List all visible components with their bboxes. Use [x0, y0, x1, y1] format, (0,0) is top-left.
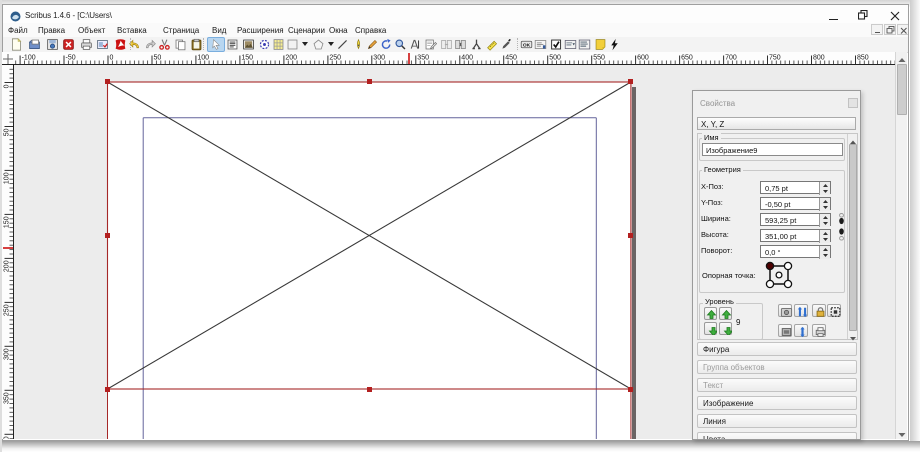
svg-text:400: 400	[461, 55, 473, 62]
svg-text:850: 850	[857, 55, 869, 62]
svg-text:50: 50	[154, 55, 162, 62]
svg-text:100: 100	[4, 172, 11, 184]
svg-text:OK: OK	[523, 43, 531, 49]
svg-text:350: 350	[417, 55, 429, 62]
svg-text:0: 0	[4, 84, 11, 88]
svg-text:250: 250	[329, 55, 341, 62]
svg-text:-50: -50	[66, 55, 76, 62]
svg-text:-100: -100	[22, 55, 36, 62]
svg-text:400: 400	[4, 436, 11, 439]
svg-text:100: 100	[197, 55, 209, 62]
svg-text:600: 600	[637, 55, 649, 62]
svg-text:800: 800	[813, 55, 825, 62]
svg-text:200: 200	[4, 260, 11, 272]
svg-text:300: 300	[4, 348, 11, 360]
svg-text:150: 150	[241, 55, 253, 62]
svg-text:550: 550	[593, 55, 605, 62]
svg-text:250: 250	[4, 304, 11, 316]
svg-text:300: 300	[373, 55, 385, 62]
svg-text:0: 0	[110, 55, 114, 62]
svg-text:750: 750	[769, 55, 781, 62]
svg-text:650: 650	[681, 55, 693, 62]
svg-text:700: 700	[725, 55, 737, 62]
svg-text:500: 500	[549, 55, 561, 62]
svg-text:450: 450	[505, 55, 517, 62]
svg-text:350: 350	[4, 392, 11, 404]
svg-text:150: 150	[4, 216, 11, 228]
svg-text:50: 50	[4, 128, 11, 136]
svg-text:200: 200	[285, 55, 297, 62]
